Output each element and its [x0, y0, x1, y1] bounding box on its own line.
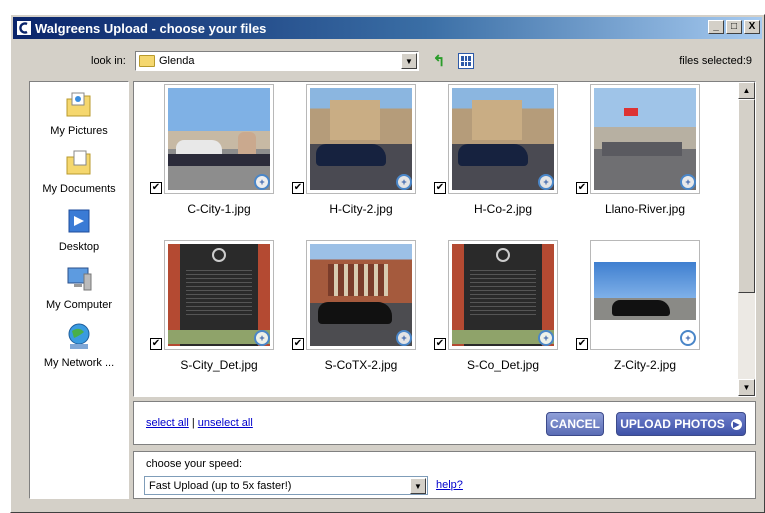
file-checkbox[interactable]: ✔: [576, 182, 588, 194]
scroll-up-button[interactable]: ▲: [738, 82, 755, 99]
thumbnail[interactable]: [168, 88, 270, 190]
place-label: My Documents: [42, 183, 116, 195]
file-name: Llano-River.jpg: [604, 202, 686, 216]
file-name: H-City-2.jpg: [329, 202, 393, 216]
file-tile[interactable]: + ✔ H-Co-2.jpg: [434, 84, 574, 224]
file-tile[interactable]: + ✔ C-City-1.jpg: [150, 84, 290, 224]
file-checkbox[interactable]: ✔: [292, 182, 304, 194]
cancel-button[interactable]: CANCEL: [546, 412, 604, 436]
desktop-icon: [68, 209, 90, 233]
file-tile[interactable]: + ✔ S-Co_Det.jpg: [434, 240, 574, 380]
zoom-icon[interactable]: +: [538, 174, 554, 190]
zoom-icon[interactable]: +: [538, 330, 554, 346]
view-menu-icon[interactable]: [458, 53, 474, 69]
file-checkbox[interactable]: ✔: [576, 338, 588, 350]
unselect-all-link[interactable]: unselect all: [198, 417, 253, 429]
place-my-computer[interactable]: My Computer: [30, 264, 128, 311]
file-name: Z-City-2.jpg: [613, 358, 676, 372]
file-checkbox[interactable]: ✔: [150, 182, 162, 194]
zoom-icon[interactable]: +: [254, 174, 270, 190]
speed-value: Fast Upload (up to 5x faster!): [149, 479, 292, 492]
zoom-icon[interactable]: +: [396, 330, 412, 346]
scroll-thumb[interactable]: [738, 99, 755, 293]
file-checkbox[interactable]: ✔: [434, 182, 446, 194]
speed-select[interactable]: Fast Upload (up to 5x faster!) ▼: [144, 476, 428, 495]
help-link[interactable]: help?: [436, 479, 463, 491]
look-in-label: look in:: [91, 55, 126, 67]
file-grid: + ✔ C-City-1.jpg + ✔ H-City-2.jpg + ✔ H-…: [133, 81, 756, 397]
folder-value: Glenda: [159, 55, 195, 67]
place-label: My Computer: [45, 299, 113, 311]
file-tile[interactable]: + ✔ Llano-River.jpg: [576, 84, 716, 224]
zoom-icon[interactable]: +: [254, 330, 270, 346]
action-bar: select all | unselect all CANCEL UPLOAD …: [133, 401, 756, 445]
look-in-select[interactable]: Glenda ▼: [135, 51, 419, 71]
place-my-pictures[interactable]: My Pictures: [30, 90, 128, 137]
thumbnail[interactable]: [452, 88, 554, 190]
close-button[interactable]: X: [744, 20, 760, 34]
window-title: Walgreens Upload - choose your files: [35, 20, 267, 36]
chevron-down-icon[interactable]: ▼: [401, 53, 417, 69]
folder-icon: [139, 55, 155, 67]
thumbnail[interactable]: [168, 244, 270, 346]
zoom-icon[interactable]: +: [680, 174, 696, 190]
file-checkbox[interactable]: ✔: [150, 338, 162, 350]
file-tile[interactable]: + ✔ H-City-2.jpg: [292, 84, 432, 224]
my-network-icon: [68, 323, 90, 349]
thumbnail[interactable]: [594, 88, 696, 190]
chevron-down-icon[interactable]: ▼: [410, 478, 426, 494]
minimize-button[interactable]: _: [708, 20, 724, 34]
speed-label: choose your speed:: [146, 458, 243, 470]
place-desktop[interactable]: Desktop: [30, 206, 128, 253]
files-selected-count: files selected:9: [679, 55, 752, 67]
file-tile[interactable]: + ✔ Z-City-2.jpg: [576, 240, 716, 380]
file-name: H-Co-2.jpg: [473, 202, 533, 216]
place-label: My Pictures: [50, 125, 108, 137]
place-label: Desktop: [58, 241, 100, 253]
places-bar: My Pictures My Documents Desktop My Comp…: [29, 81, 129, 499]
file-name: S-Co_Det.jpg: [466, 358, 540, 372]
vertical-scrollbar[interactable]: ▲ ▼: [738, 82, 755, 396]
my-documents-icon: [66, 150, 91, 175]
zoom-icon[interactable]: +: [396, 174, 412, 190]
cancel-label: CANCEL: [550, 417, 600, 431]
upload-dialog: Walgreens Upload - choose your files _ □…: [10, 14, 765, 513]
file-tile[interactable]: + ✔ S-City_Det.jpg: [150, 240, 290, 380]
zoom-icon[interactable]: +: [680, 330, 696, 346]
scroll-down-button[interactable]: ▼: [738, 379, 755, 396]
thumbnail[interactable]: [594, 244, 696, 346]
up-folder-icon[interactable]: ↰: [431, 52, 447, 70]
place-my-documents[interactable]: My Documents: [30, 148, 128, 195]
thumbnail[interactable]: [310, 88, 412, 190]
app-icon: [16, 20, 32, 36]
file-checkbox[interactable]: ✔: [292, 338, 304, 350]
file-checkbox[interactable]: ✔: [434, 338, 446, 350]
maximize-button[interactable]: □: [726, 20, 742, 34]
upload-photos-button[interactable]: UPLOAD PHOTOS ▶: [616, 412, 746, 436]
upload-label: UPLOAD PHOTOS: [620, 417, 725, 431]
thumbnail[interactable]: [310, 244, 412, 346]
title-bar[interactable]: Walgreens Upload - choose your files _ □…: [13, 17, 762, 39]
arrow-right-icon: ▶: [730, 418, 742, 430]
my-computer-icon: [67, 267, 92, 291]
speed-panel: choose your speed: Fast Upload (up to 5x…: [133, 451, 756, 499]
place-label: My Network ...: [43, 357, 115, 369]
place-my-network[interactable]: My Network ...: [30, 322, 128, 369]
file-name: S-City_Det.jpg: [180, 358, 258, 372]
file-name: S-CoTX-2.jpg: [324, 358, 398, 372]
select-all-link[interactable]: select all: [146, 417, 189, 429]
thumbnail[interactable]: [452, 244, 554, 346]
file-tile[interactable]: + ✔ S-CoTX-2.jpg: [292, 240, 432, 380]
file-name: C-City-1.jpg: [187, 202, 251, 216]
link-separator: |: [191, 417, 195, 429]
my-pictures-icon: [66, 92, 91, 117]
